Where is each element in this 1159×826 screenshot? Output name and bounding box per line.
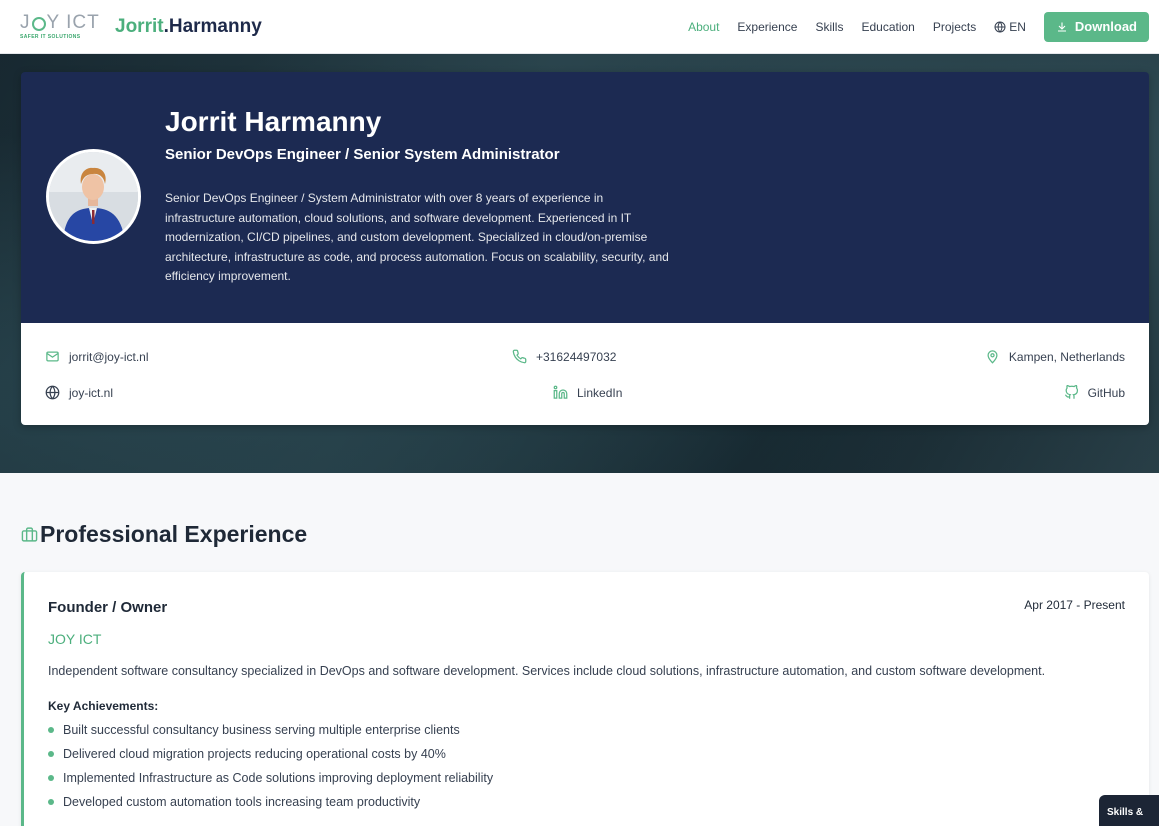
contact-email[interactable]: jorrit@joy-ict.nl xyxy=(45,349,149,364)
top-navbar: JY ICT SAFER IT SOLUTIONS Jorrit.Harmann… xyxy=(0,0,1159,54)
language-label: EN xyxy=(1009,19,1026,34)
contact-github[interactable]: GitHub xyxy=(1064,385,1125,400)
nav-projects[interactable]: Projects xyxy=(933,20,976,34)
nav-about[interactable]: About xyxy=(688,20,719,34)
linkedin-text: LinkedIn xyxy=(577,385,623,400)
bullet-icon xyxy=(48,751,54,757)
logo-tagline: SAFER IT SOLUTIONS xyxy=(20,34,81,40)
list-item: Delivered cloud migration projects reduc… xyxy=(48,742,493,766)
nav-education[interactable]: Education xyxy=(861,20,914,34)
profile-card: Jorrit Harmanny Senior DevOps Engineer /… xyxy=(21,72,1149,425)
profile-name: Jorrit Harmanny xyxy=(165,106,382,137)
download-label: Download xyxy=(1074,19,1137,34)
contact-website[interactable]: joy-ict.nl xyxy=(45,385,113,400)
profile-summary: Senior DevOps Engineer / System Administ… xyxy=(165,191,669,284)
skills-floating-widget[interactable]: Skills & xyxy=(1099,795,1159,826)
job-role: Founder / Owner xyxy=(48,599,168,616)
contact-location: Kampen, Netherlands xyxy=(985,349,1125,364)
phone-text: +31624497032 xyxy=(536,349,617,364)
achievements-heading: Key Achievements: xyxy=(48,699,159,713)
phone-icon xyxy=(512,349,527,364)
bullet-icon xyxy=(48,727,54,733)
email-text: jorrit@joy-ict.nl xyxy=(69,349,149,364)
language-switcher[interactable]: EN xyxy=(994,20,1026,34)
list-item: Implemented Infrastructure as Code solut… xyxy=(48,766,493,790)
brand-name[interactable]: Jorrit.Harmanny xyxy=(115,16,262,38)
bullet-icon xyxy=(48,799,54,805)
experience-title: Professional Experience xyxy=(40,521,308,547)
location-text: Kampen, Netherlands xyxy=(1008,349,1125,364)
contact-phone[interactable]: +31624497032 xyxy=(512,349,616,364)
list-item: Built successful consultancy business se… xyxy=(48,718,493,742)
main-nav: About Experience Skills Education Projec… xyxy=(670,11,1149,42)
bullet-icon xyxy=(48,775,54,781)
mail-icon xyxy=(46,351,59,362)
download-icon xyxy=(1057,22,1066,32)
job-company: JOY ICT xyxy=(48,631,102,647)
github-icon xyxy=(1064,385,1078,399)
map-pin-icon xyxy=(987,350,998,364)
linkedin-icon xyxy=(553,385,568,399)
profile-header: Jorrit Harmanny Senior DevOps Engineer /… xyxy=(21,72,1149,323)
globe-icon xyxy=(45,385,60,400)
joy-ict-logo[interactable]: JY ICT SAFER IT SOLUTIONS xyxy=(20,13,106,41)
download-button[interactable]: Download xyxy=(1043,11,1149,42)
github-text: GitHub xyxy=(1087,385,1125,400)
widget-label: Skills & xyxy=(1107,807,1144,818)
website-text: joy-ict.nl xyxy=(69,385,114,400)
list-item: Developed custom automation tools increa… xyxy=(48,790,493,814)
briefcase-icon xyxy=(21,527,38,542)
globe-icon xyxy=(994,21,1006,32)
contact-bar: jorrit@joy-ict.nl +31624497032 Kampen, N… xyxy=(21,323,1149,425)
achievements-list: Built successful consultancy business se… xyxy=(48,718,493,814)
contact-linkedin[interactable]: LinkedIn xyxy=(553,385,622,400)
avatar xyxy=(46,149,141,244)
experience-heading: Professional Experience xyxy=(21,521,307,548)
job-card: Founder / Owner Apr 2017 - Present JOY I… xyxy=(21,572,1149,826)
profile-title: Senior DevOps Engineer / Senior System A… xyxy=(165,146,560,163)
job-date: Apr 2017 - Present xyxy=(1024,598,1125,612)
job-description: Independent software consultancy special… xyxy=(48,664,1046,678)
nav-skills[interactable]: Skills xyxy=(815,20,843,34)
nav-experience[interactable]: Experience xyxy=(737,20,797,34)
